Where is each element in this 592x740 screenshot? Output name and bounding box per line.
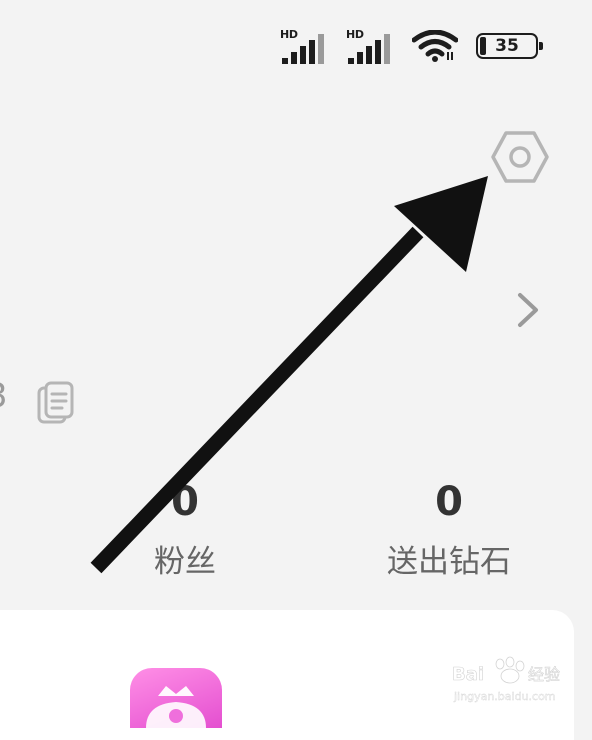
arrow-annotation (90, 176, 488, 574)
crown-app-icon[interactable] (130, 668, 222, 728)
copy-icon (37, 381, 74, 424)
diamonds-sent-label: 送出钻石 (387, 544, 511, 580)
battery-fill (480, 37, 486, 55)
crown-icon (146, 686, 206, 728)
user-id-text: 3 (0, 376, 8, 416)
svg-text:jingyan.baidu.com: jingyan.baidu.com (453, 690, 556, 703)
fans-count: 0 (171, 479, 199, 525)
fans-stat[interactable]: 0 粉丝 (140, 478, 230, 582)
chevron-right-icon (518, 293, 538, 327)
svg-text:经验: 经验 (528, 665, 560, 684)
cellular-signal-2: HD (346, 28, 394, 64)
diamonds-sent-stat[interactable]: 0 送出钻石 (370, 478, 528, 582)
gear-icon (491, 131, 549, 183)
diamonds-sent-count: 0 (435, 479, 463, 525)
baidu-paw-logo: Bai 经验 jingyan.baidu.com (452, 656, 560, 703)
battery-level: 35 (495, 36, 519, 56)
copy-id-button[interactable] (36, 380, 76, 426)
fans-label: 粉丝 (154, 544, 216, 580)
cellular-signal-1: HD (280, 28, 328, 64)
battery-indicator: 35 (476, 33, 543, 59)
signal-bars-icon (348, 34, 390, 64)
svg-text:Bai: Bai (452, 664, 484, 685)
baidu-watermark: Bai 经验 jingyan.baidu.com (448, 650, 568, 706)
settings-button[interactable] (491, 130, 549, 184)
status-bar: HD HD 35 (280, 26, 543, 66)
signal-bars-icon (282, 34, 324, 64)
wifi-icon (412, 30, 458, 62)
profile-chevron-button[interactable] (512, 290, 542, 330)
